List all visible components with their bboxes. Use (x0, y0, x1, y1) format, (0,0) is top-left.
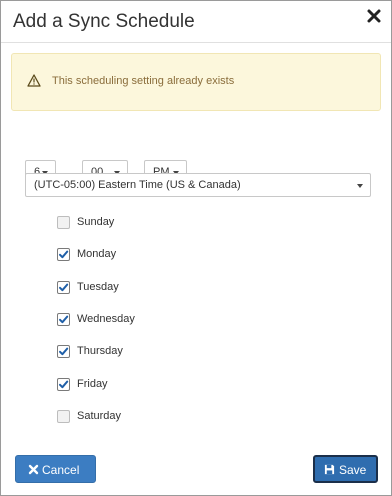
day-checkbox-saturday[interactable] (57, 410, 70, 423)
timezone-value: (UTC-05:00) Eastern Time (US & Canada) (34, 179, 241, 191)
timezone-select[interactable]: (UTC-05:00) Eastern Time (US & Canada) (25, 173, 371, 197)
warning-icon (27, 74, 41, 87)
day-checkbox-thursday[interactable] (57, 345, 70, 358)
dialog-header: Add a Sync Schedule (1, 1, 391, 43)
cancel-button[interactable]: Cancel (15, 455, 96, 483)
checkmark-icon (59, 250, 69, 259)
day-label: Saturday (77, 410, 122, 422)
day-checkbox-friday[interactable] (57, 378, 70, 391)
dialog-title: Add a Sync Schedule (13, 11, 195, 32)
floppy-disk-icon (324, 464, 335, 475)
checkmark-icon (59, 347, 69, 356)
day-checkbox-tuesday[interactable] (57, 281, 70, 294)
close-icon (28, 464, 39, 475)
day-label: Sunday (77, 216, 115, 228)
day-label: Tuesday (77, 281, 119, 293)
checkmark-icon (59, 315, 69, 324)
close-icon[interactable] (366, 8, 382, 24)
chevron-down-icon (357, 184, 363, 188)
day-checkbox-wednesday[interactable] (57, 313, 70, 326)
checkmark-icon (59, 283, 69, 292)
save-button[interactable]: Save (313, 455, 378, 483)
warning-alert: This scheduling setting already exists (11, 53, 381, 111)
day-label: Friday (77, 378, 108, 390)
sync-schedule-dialog: Add a Sync Schedule This scheduling sett… (0, 0, 392, 496)
checkmark-icon (59, 380, 69, 389)
day-label: Thursday (77, 345, 123, 357)
cancel-label: Cancel (42, 463, 80, 477)
alert-message: This scheduling setting already exists (52, 75, 235, 87)
day-label: Monday (77, 248, 117, 260)
save-label: Save (339, 463, 367, 477)
day-checkbox-sunday[interactable] (57, 216, 70, 229)
day-checkbox-monday[interactable] (57, 248, 70, 261)
day-label: Wednesday (77, 313, 135, 325)
